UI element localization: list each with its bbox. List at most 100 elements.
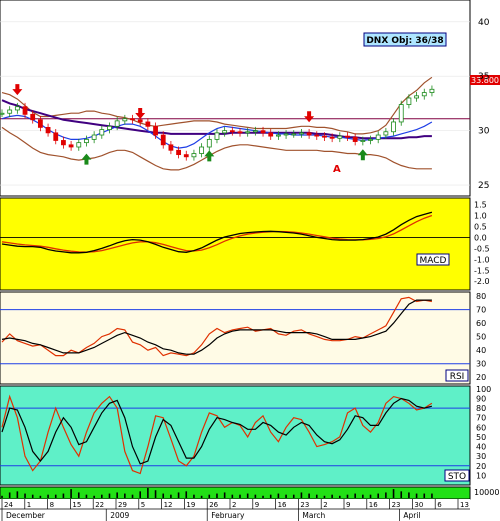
candle-body (252, 130, 258, 133)
macd-y-tick: -1.0 (474, 255, 490, 264)
volume-bar (239, 494, 241, 498)
volume-bar (39, 495, 42, 498)
volume-bar (208, 494, 211, 498)
candle-body (314, 134, 320, 137)
candle-body (160, 134, 166, 146)
candle-body (429, 88, 435, 93)
candle-body (283, 133, 289, 136)
price-plot-background (0, 0, 471, 197)
sto-y-tick: 80 (476, 404, 486, 413)
rsi-plot-background (0, 291, 471, 385)
volume-bar (154, 490, 157, 498)
rsi-y-tick: 80 (476, 292, 486, 301)
candle-body (345, 135, 350, 138)
volume-bar (292, 494, 295, 498)
candle-body (61, 140, 66, 146)
rsi-panel: 20 30 40 50 60 70 80 RSI (0, 291, 486, 385)
volume-bar (308, 493, 310, 498)
day-tick-label: 2 (323, 501, 327, 509)
macd-y-tick: 0.5 (474, 222, 487, 231)
macd-y-tick: 0.0 (474, 233, 487, 242)
volume-bar (31, 494, 34, 498)
volume-bar (408, 492, 410, 498)
volume-bar (200, 495, 203, 498)
month-tick-label: February (211, 511, 245, 520)
rsi-y-tick: 20 (476, 373, 486, 382)
stochastic-panel: 102030405060708090100 STO (0, 385, 491, 486)
macd-y-axis-ticks: 1.5 1.00.5 0.0 -0.5 -1.0 -1.5 -2.0 (474, 201, 490, 287)
day-tick-label: 9 (346, 501, 350, 509)
volume-bar (70, 489, 72, 498)
volume-bar (223, 492, 226, 498)
candle-body (391, 121, 396, 133)
macd-plot-background (0, 197, 471, 291)
candle-body (245, 131, 251, 134)
macd-y-tick: 1.5 (474, 201, 487, 210)
month-tick-label: December (6, 511, 46, 520)
day-tick-label: 8 (50, 501, 54, 509)
volume-bar (300, 492, 303, 498)
volume-bar (262, 495, 264, 498)
candle-body (421, 92, 427, 97)
candle-body (306, 132, 312, 136)
volume-bar (231, 494, 234, 498)
candle-body (414, 95, 419, 99)
volume-bar (24, 493, 26, 498)
month-tick-label: 2009 (110, 511, 129, 520)
price-y-axis-ticks: 25 30 35 40 (478, 18, 490, 191)
candle-body (14, 106, 20, 111)
price-y-tick: 25 (478, 181, 489, 191)
volume-bar (93, 495, 95, 498)
rsi-y-tick: 60 (476, 319, 486, 328)
sto-y-tick: 20 (476, 462, 486, 471)
candle-body (383, 131, 389, 136)
day-tick-label: 26 (209, 501, 218, 509)
candle-body (260, 130, 266, 134)
volume-bar (277, 493, 280, 498)
candle-body (153, 125, 158, 136)
volume-bar (385, 492, 387, 498)
volume-bar (216, 493, 218, 498)
volume-bar (377, 493, 379, 498)
volume-panel: 10000 (0, 486, 499, 500)
day-tick-label: 16 (278, 501, 287, 509)
sto-y-tick: 50 (476, 433, 486, 442)
candle-body (352, 136, 358, 142)
candle-body (368, 138, 373, 141)
volume-y-tick: 10000 (474, 488, 499, 497)
rsi-y-axis-ticks: 20 30 40 50 60 70 80 (476, 292, 486, 382)
candle-body (299, 132, 304, 135)
sto-y-tick: 60 (476, 423, 486, 432)
candle-body (137, 119, 143, 123)
candle-body (222, 130, 228, 134)
volume-bar (362, 494, 364, 498)
month-tick-label: April (403, 511, 420, 520)
candle-body (398, 104, 404, 123)
candle-body (176, 149, 181, 156)
volume-bar (246, 493, 249, 498)
volume-bar (116, 492, 118, 498)
sto-plot-background (0, 385, 471, 486)
rsi-y-tick: 70 (476, 306, 486, 315)
macd-y-tick: -1.5 (474, 266, 490, 275)
volume-bar (139, 491, 141, 498)
day-tick-label: 1 (27, 501, 31, 509)
volume-bar (177, 492, 180, 498)
rsi-y-tick: 40 (476, 346, 486, 355)
macd-y-tick: -2.0 (474, 277, 490, 286)
volume-bar (147, 488, 149, 498)
day-tick-label: 2 (232, 501, 236, 509)
candle-body (107, 125, 112, 130)
volume-bar (170, 494, 172, 498)
candle-body (360, 140, 366, 142)
volume-bar (193, 494, 195, 498)
volume-bar (400, 491, 403, 498)
day-tick-label: 9 (255, 501, 259, 509)
candle-body (322, 135, 327, 138)
day-tick-label: 24 (4, 501, 13, 509)
day-tick-label: 16 (369, 501, 378, 509)
sto-label: STO (448, 472, 466, 482)
price-panel: A DNX Obj: 36/38 33.800 25303540 (0, 0, 500, 197)
candle-body (114, 120, 120, 127)
rsi-y-tick: 30 (476, 360, 486, 369)
